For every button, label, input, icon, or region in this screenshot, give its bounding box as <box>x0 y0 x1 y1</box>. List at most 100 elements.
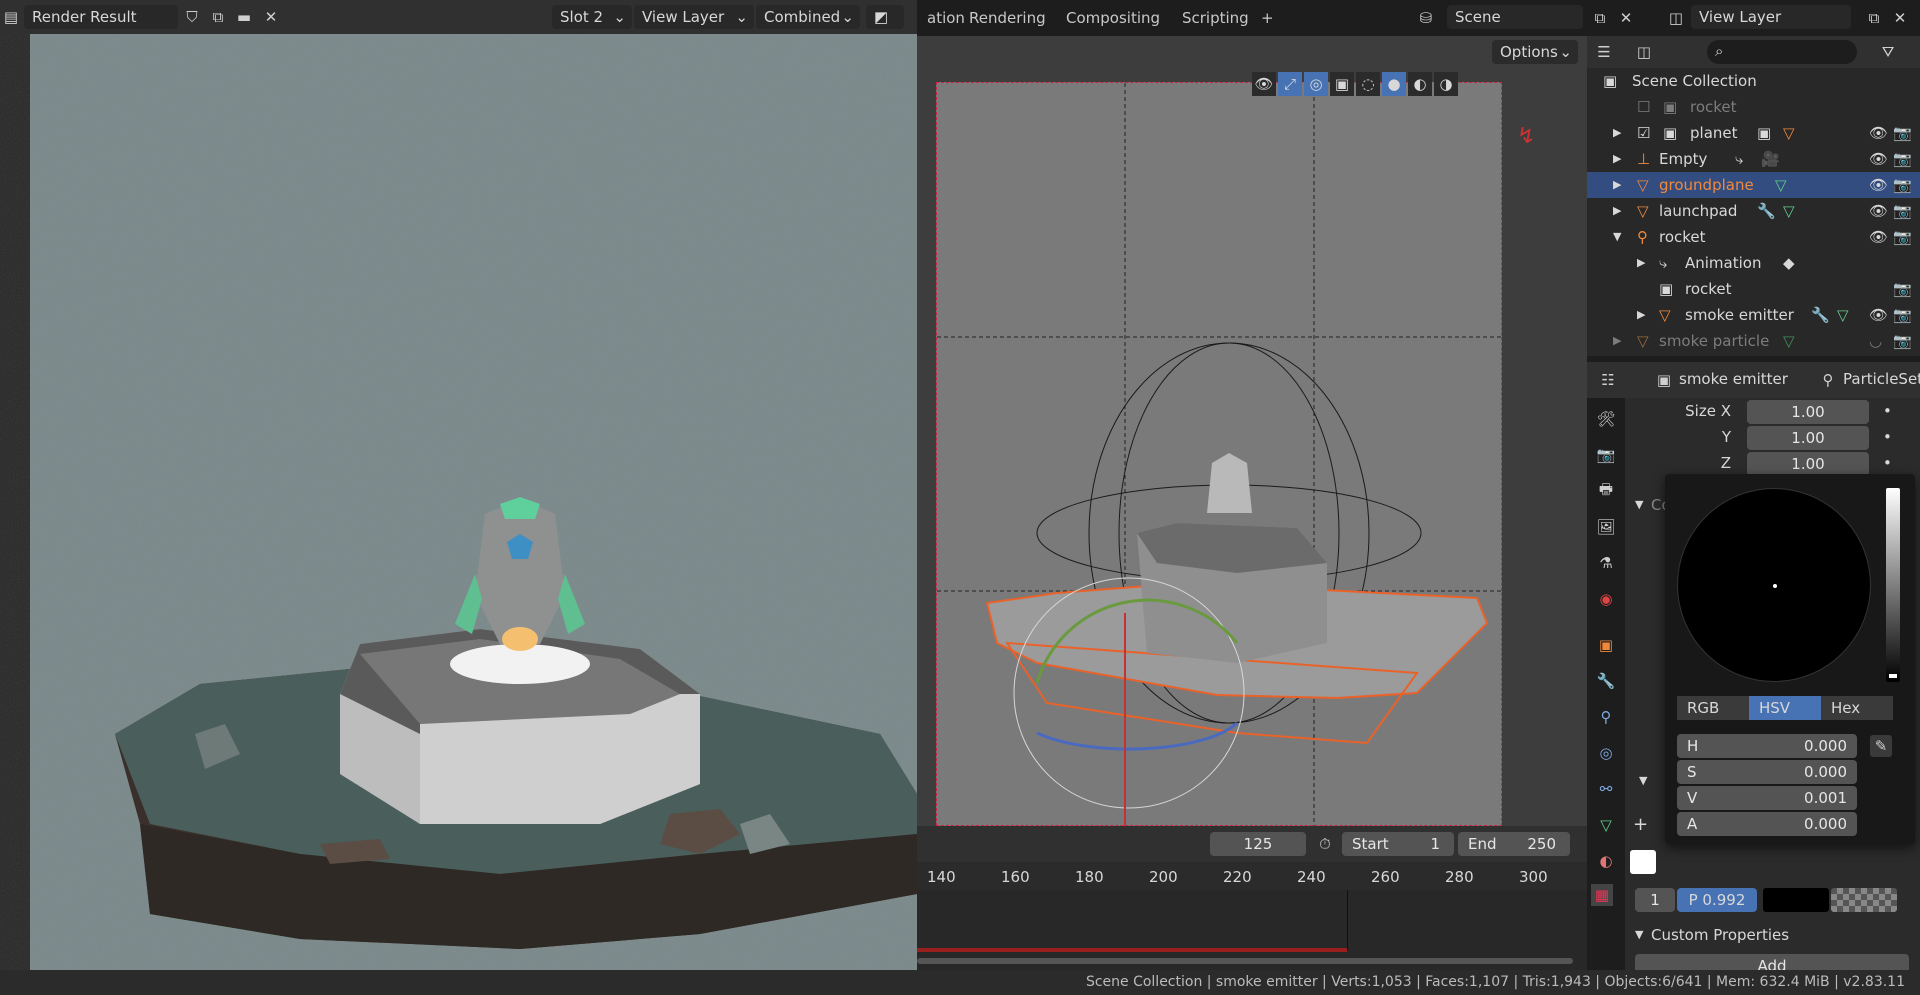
render-camera-icon[interactable]: 📷 <box>1893 328 1912 354</box>
current-frame-field[interactable]: 125 <box>1210 832 1306 856</box>
slot-dropdown[interactable]: Slot 2 ⌄ <box>552 5 632 29</box>
rendered-shading-icon[interactable]: ◑ <box>1434 72 1458 96</box>
section-collapse-icon[interactable]: ▼ <box>1639 774 1647 787</box>
outliner-row-launchpad[interactable]: ▶ ▽ launchpad 🔧 ▽ 👁 📷 <box>1587 198 1920 224</box>
options-button[interactable]: Options ⌄ <box>1492 40 1578 64</box>
wireframe-shading-icon[interactable]: ◌ <box>1356 72 1380 96</box>
eyedropper-icon[interactable]: ✎ <box>1870 735 1892 757</box>
overlays-toggle-icon[interactable]: ◎ <box>1304 72 1328 96</box>
scene-name-field[interactable]: Scene <box>1447 5 1583 29</box>
value-slider-cursor[interactable] <box>1889 674 1897 678</box>
render-camera-icon[interactable]: 📷 <box>1893 146 1912 172</box>
timeline-scrollbar[interactable] <box>917 958 1573 964</box>
texture-tab-icon[interactable]: ▦ <box>1591 884 1613 906</box>
render-camera-icon[interactable]: 📷 <box>1893 302 1912 328</box>
visibility-eye-icon[interactable]: 👁 <box>1252 72 1276 96</box>
checkbox-checked-icon[interactable]: ☑ <box>1637 120 1650 146</box>
editor-type-icon[interactable]: ☰ <box>1593 41 1615 63</box>
output-tab-icon[interactable]: 🖶 <box>1595 480 1617 502</box>
add-slot-icon[interactable]: + <box>1633 814 1648 835</box>
visibility-eye-icon[interactable]: 👁 <box>1869 120 1888 146</box>
outliner-row-empty[interactable]: ▶ ⊥ Empty ⤷ 🎥 👁 📷 <box>1587 146 1920 172</box>
keyframe-dot-icon[interactable]: • <box>1883 428 1892 446</box>
close-view-layer-icon[interactable]: ✕ <box>1889 7 1911 29</box>
render-camera-icon[interactable]: 📷 <box>1893 224 1912 250</box>
size-x-field[interactable]: 1.00 <box>1747 400 1869 424</box>
open-folder-icon[interactable]: ▬ <box>233 6 255 28</box>
outliner-row-smoke-emitter[interactable]: ▶ ▽ smoke emitter 🔧 ▽ 👁 📷 <box>1587 302 1920 328</box>
world-tab-icon[interactable]: ◉ <box>1595 588 1617 610</box>
copy-view-layer-icon[interactable]: ⧉ <box>1863 7 1885 29</box>
outliner-row-groundplane[interactable]: ▶ ▽ groundplane ▽ 👁 📷 <box>1587 172 1920 198</box>
color-field-black[interactable] <box>1763 888 1829 912</box>
display-channels-dropdown[interactable]: ◩ <box>866 5 904 29</box>
mode-rgb-button[interactable]: RGB <box>1677 696 1749 720</box>
tool-tab-icon[interactable]: 🛠 <box>1595 408 1617 430</box>
render-camera-icon[interactable]: 📷 <box>1893 276 1912 302</box>
value-slider[interactable] <box>1886 488 1900 682</box>
object-tab-icon[interactable]: ▣ <box>1595 634 1617 656</box>
display-mode-icon[interactable]: ◫ <box>1633 41 1655 63</box>
scene-tab-icon[interactable]: ⚗ <box>1595 552 1617 574</box>
render-result-field[interactable]: Render Result <box>24 5 178 29</box>
timeline-body[interactable]: 140 160 180 200 220 240 260 280 300 <box>917 862 1587 970</box>
outliner-row-animation[interactable]: ▶ ⤷ Animation ◆ <box>1587 250 1920 276</box>
outliner-row-planet[interactable]: ▶ ☑ ▣ planet ▣ ▽ 👁 📷 <box>1587 120 1920 146</box>
filter-icon[interactable]: ⛛ <box>1877 41 1899 63</box>
expand-arrow-icon[interactable]: ▶ <box>1613 198 1621 224</box>
fake-user-shield-icon[interactable]: ⛉ <box>181 6 203 28</box>
expand-arrow-icon[interactable]: ▶ <box>1613 146 1621 172</box>
physics-tab-icon[interactable]: ◎ <box>1595 742 1617 764</box>
color-wheel[interactable] <box>1677 488 1871 682</box>
xray-toggle-icon[interactable]: ▣ <box>1330 72 1354 96</box>
color-index-field[interactable]: 1 <box>1635 888 1675 912</box>
h-field[interactable]: H 0.000 <box>1677 734 1857 758</box>
3d-viewport[interactable]: Options ⌄ 👁 ⤢ ◎ ▣ ◌ ● ◐ ◑ ↯ <box>917 36 1587 827</box>
visibility-eye-icon[interactable]: 👁 <box>1869 302 1888 328</box>
end-frame-field[interactable]: End 250 <box>1458 832 1570 856</box>
color-wheel-cursor[interactable] <box>1773 584 1777 588</box>
visibility-eye-icon[interactable]: 👁 <box>1869 172 1888 198</box>
expand-arrow-icon[interactable]: ▶ <box>1613 172 1621 198</box>
view-layer-dropdown[interactable]: View Layer ⌄ <box>634 5 754 29</box>
copy-scene-icon[interactable]: ⧉ <box>1589 7 1611 29</box>
outliner-row-rocket-collection-child[interactable]: ▣ rocket 📷 <box>1587 276 1920 302</box>
axis-gizmo[interactable]: ↯ <box>1517 124 1535 149</box>
section-collapse-icon[interactable]: ▼ <box>1635 928 1643 941</box>
s-field[interactable]: S 0.000 <box>1677 760 1857 784</box>
view-layer-tab-icon[interactable]: 🖼 <box>1595 516 1617 538</box>
outliner-row-smoke-particle[interactable]: ▶ ▽ smoke particle ▽ ◡ 📷 <box>1587 328 1920 354</box>
render-camera-icon[interactable]: 📷 <box>1893 198 1912 224</box>
visibility-eye-icon[interactable]: 👁 <box>1869 224 1888 250</box>
add-workspace-button[interactable]: + <box>1251 4 1284 32</box>
keyframe-dot-icon[interactable]: • <box>1883 402 1892 420</box>
expand-arrow-icon[interactable]: ▶ <box>1613 328 1621 354</box>
render-camera-icon[interactable]: 📷 <box>1893 172 1912 198</box>
hidden-eye-icon[interactable]: ◡ <box>1869 328 1882 354</box>
visibility-eye-icon[interactable]: 👁 <box>1869 146 1888 172</box>
a-field[interactable]: A 0.000 <box>1677 812 1857 836</box>
keyframe-dot-icon[interactable]: • <box>1883 454 1892 472</box>
stopwatch-icon[interactable]: ⏱ <box>1314 833 1336 855</box>
close-icon[interactable]: ✕ <box>260 6 282 28</box>
playhead-line[interactable] <box>1347 890 1348 950</box>
v-field[interactable]: V 0.001 <box>1677 786 1857 810</box>
editor-type-icon[interactable]: ▤ <box>0 6 22 28</box>
custom-properties-header[interactable]: Custom Properties <box>1651 926 1789 944</box>
mode-hsv-button[interactable]: HSV <box>1749 696 1821 720</box>
expand-arrow-icon[interactable]: ▶ <box>1613 120 1621 146</box>
tab-scripting[interactable]: Scripting <box>1172 4 1259 32</box>
tab-rendering[interactable]: Rendering <box>959 4 1056 32</box>
collapse-arrow-icon[interactable]: ▼ <box>1613 224 1621 250</box>
expand-arrow-icon[interactable]: ▶ <box>1637 250 1645 276</box>
tab-compositing[interactable]: Compositing <box>1056 4 1170 32</box>
solid-shading-icon[interactable]: ● <box>1382 72 1406 96</box>
outliner-row-scene-collection[interactable]: ▣ Scene Collection <box>1587 68 1920 94</box>
close-scene-icon[interactable]: ✕ <box>1615 7 1637 29</box>
size-y-field[interactable]: 1.00 <box>1747 426 1869 450</box>
material-tab-icon[interactable]: ◐ <box>1595 850 1617 872</box>
render-tab-icon[interactable]: 📷 <box>1595 444 1617 466</box>
color-field-alpha[interactable] <box>1831 888 1897 912</box>
outliner-row-rocket-armature[interactable]: ▼ ⚲ rocket 👁 📷 <box>1587 224 1920 250</box>
pass-dropdown[interactable]: Combined ⌄ <box>756 5 860 29</box>
